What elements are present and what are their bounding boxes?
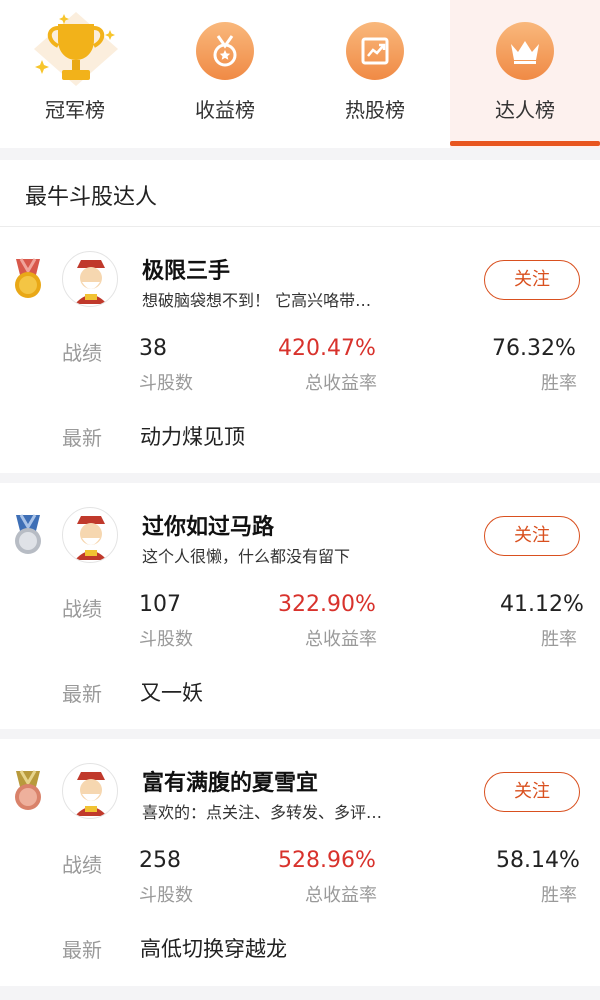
latest-label: 最新 — [62, 938, 102, 962]
record-label: 战绩 — [62, 853, 102, 877]
return-rate-label: 总收益率 — [305, 885, 377, 906]
tab-label: 热股榜 — [345, 98, 405, 122]
return-rate-value: 420.47% — [278, 336, 376, 361]
win-rate-value: 58.14% — [496, 848, 580, 873]
chart-icon — [346, 22, 404, 80]
latest-label: 最新 — [62, 682, 102, 706]
follow-button[interactable]: 关注 — [484, 516, 580, 556]
section-header: 最牛斗股达人 — [0, 160, 600, 226]
avatar[interactable] — [62, 251, 118, 307]
stocks-label: 斗股数 — [139, 885, 193, 906]
expert-bio: 喜欢的：点关注、多转发、多评… — [142, 803, 383, 822]
avatar[interactable] — [62, 763, 118, 819]
record-label: 战绩 — [62, 341, 102, 365]
expert-bio: 这个人很懒，什么都没有留下 — [142, 547, 351, 566]
tab-returns[interactable]: 收益榜 — [150, 0, 300, 148]
win-rate-label: 胜率 — [541, 885, 577, 906]
return-rate-label: 总收益率 — [305, 373, 377, 394]
expert-name[interactable]: 过你如过马路 — [142, 509, 274, 541]
latest-post[interactable]: 高低切换穿越龙 — [140, 933, 287, 963]
avatar[interactable] — [62, 507, 118, 563]
follow-button[interactable]: 关注 — [484, 772, 580, 812]
return-rate-value: 322.90% — [278, 592, 376, 617]
win-rate-value: 41.12% — [500, 592, 584, 617]
tab-hot-stocks[interactable]: 热股榜 — [300, 0, 450, 148]
stocks-value: 107 — [139, 592, 181, 617]
return-rate-value: 528.96% — [278, 848, 376, 873]
crown-icon — [496, 22, 554, 80]
record-label: 战绩 — [62, 597, 102, 621]
stocks-value: 258 — [139, 848, 181, 873]
card-gap — [0, 473, 600, 483]
tab-label: 收益榜 — [195, 98, 255, 122]
return-rate-label: 总收益率 — [305, 629, 377, 650]
stocks-label: 斗股数 — [139, 629, 193, 650]
tab-experts[interactable]: 达人榜 — [450, 0, 600, 148]
ranking-tabs: 冠军榜 收益榜 热股榜 达人榜 — [0, 0, 600, 148]
expert-card[interactable]: 极限三手 想破脑袋想不到！ 它高兴咯带… 关注 战绩 38 420.47% 76… — [0, 227, 600, 473]
expert-card[interactable]: 富有满腹的夏雪宜 喜欢的：点关注、多转发、多评… 关注 战绩 258 528.9… — [0, 739, 600, 986]
win-rate-label: 胜率 — [541, 629, 577, 650]
expert-name[interactable]: 富有满腹的夏雪宜 — [142, 765, 318, 797]
latest-post[interactable]: 动力煤见顶 — [140, 421, 245, 451]
tab-label: 达人榜 — [495, 98, 555, 122]
medal-icon — [196, 22, 254, 80]
expert-name[interactable]: 极限三手 — [142, 253, 230, 285]
follow-button[interactable]: 关注 — [484, 260, 580, 300]
tab-champion[interactable]: 冠军榜 — [0, 0, 150, 148]
latest-post[interactable]: 又一妖 — [140, 677, 203, 707]
stocks-label: 斗股数 — [139, 373, 193, 394]
active-tab-indicator — [450, 141, 600, 146]
expert-bio: 想破脑袋想不到！ 它高兴咯带… — [142, 291, 372, 310]
win-rate-value: 76.32% — [492, 336, 576, 361]
stocks-value: 38 — [139, 336, 167, 361]
card-gap — [0, 729, 600, 739]
trophy-icon — [28, 10, 124, 88]
win-rate-label: 胜率 — [541, 373, 577, 394]
tab-label: 冠军榜 — [45, 98, 105, 122]
latest-label: 最新 — [62, 426, 102, 450]
bronze-medal-icon — [10, 769, 46, 813]
section-title: 最牛斗股达人 — [25, 185, 158, 210]
gold-medal-icon — [10, 257, 46, 301]
expert-card[interactable]: 过你如过马路 这个人很懒，什么都没有留下 关注 战绩 107 322.90% 4… — [0, 483, 600, 729]
silver-medal-icon — [10, 513, 46, 557]
